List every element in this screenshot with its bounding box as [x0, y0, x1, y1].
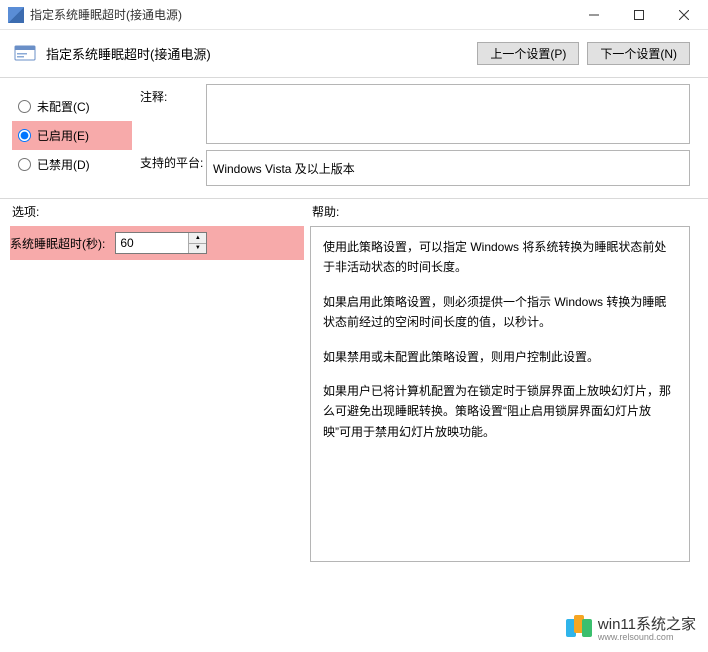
radio-enabled[interactable]: 已启用(E) — [12, 121, 132, 150]
app-icon — [8, 7, 24, 23]
options-section-label: 选项: — [12, 203, 312, 220]
comment-field[interactable] — [206, 84, 690, 144]
maximize-button[interactable] — [616, 1, 661, 29]
help-paragraph: 如果禁用或未配置此策略设置，则用户控制此设置。 — [323, 347, 677, 367]
radio-enabled-input[interactable] — [18, 129, 31, 142]
state-radios: 未配置(C) 已启用(E) 已禁用(D) — [12, 84, 132, 192]
field-column: 注释: 支持的平台: Windows Vista 及以上版本 — [140, 84, 690, 192]
prev-setting-button[interactable]: 上一个设置(P) — [477, 42, 579, 65]
radio-not-configured[interactable]: 未配置(C) — [12, 92, 132, 121]
platform-label: 支持的平台: — [140, 150, 206, 186]
close-button[interactable] — [661, 1, 706, 29]
minimize-button[interactable] — [571, 1, 616, 29]
radio-not-configured-input[interactable] — [18, 100, 31, 113]
help-paragraph: 如果启用此策略设置，则必须提供一个指示 Windows 转换为睡眠状态前经过的空… — [323, 292, 677, 333]
options-column: 系统睡眠超时(秒): ▲ ▼ — [10, 226, 304, 562]
platform-row: 支持的平台: Windows Vista 及以上版本 — [140, 150, 690, 186]
sleep-timeout-label: 系统睡眠超时(秒): — [10, 235, 111, 252]
platform-field: Windows Vista 及以上版本 — [206, 150, 690, 186]
policy-icon — [14, 43, 36, 65]
help-text: 使用此策略设置，可以指定 Windows 将系统转换为睡眠状态前处于非活动状态的… — [310, 226, 690, 562]
radio-disabled-input[interactable] — [18, 158, 31, 171]
section-labels: 选项: 帮助: — [0, 199, 708, 226]
watermark-brand: win11系统之家 — [598, 613, 696, 634]
window-controls — [571, 1, 706, 29]
watermark: win11系统之家 www.relsound.com — [560, 609, 702, 646]
spinner-up-button[interactable]: ▲ — [189, 233, 206, 244]
nav-buttons: 上一个设置(P) 下一个设置(N) — [477, 42, 690, 65]
radio-enabled-label: 已启用(E) — [37, 127, 89, 144]
help-paragraph: 如果用户已将计算机配置为在锁定时于锁屏界面上放映幻灯片，那么可避免出现睡眠转换。… — [323, 381, 677, 442]
sleep-timeout-row: 系统睡眠超时(秒): ▲ ▼ — [10, 226, 304, 260]
watermark-text: win11系统之家 www.relsound.com — [598, 613, 696, 642]
spinner-buttons: ▲ ▼ — [188, 233, 206, 253]
lower-area: 系统睡眠超时(秒): ▲ ▼ 使用此策略设置，可以指定 Windows 将系统转… — [0, 226, 708, 566]
window-title: 指定系统睡眠超时(接通电源) — [30, 6, 571, 23]
comment-label: 注释: — [140, 84, 206, 144]
titlebar: 指定系统睡眠超时(接通电源) — [0, 0, 708, 30]
help-section-label: 帮助: — [312, 203, 690, 220]
watermark-icon — [566, 615, 592, 641]
spinner-down-button[interactable]: ▼ — [189, 244, 206, 254]
sleep-timeout-input[interactable] — [116, 233, 188, 253]
sleep-timeout-spinner[interactable]: ▲ ▼ — [115, 232, 207, 254]
page-title: 指定系统睡眠超时(接通电源) — [46, 44, 467, 63]
header: 指定系统睡眠超时(接通电源) 上一个设置(P) 下一个设置(N) — [0, 30, 708, 73]
radio-disabled[interactable]: 已禁用(D) — [12, 150, 132, 179]
radio-not-configured-label: 未配置(C) — [37, 98, 90, 115]
radio-disabled-label: 已禁用(D) — [37, 156, 90, 173]
next-setting-button[interactable]: 下一个设置(N) — [587, 42, 690, 65]
config-area: 未配置(C) 已启用(E) 已禁用(D) 注释: 支持的平台: Windows … — [0, 78, 708, 194]
comment-row: 注释: — [140, 84, 690, 144]
help-paragraph: 使用此策略设置，可以指定 Windows 将系统转换为睡眠状态前处于非活动状态的… — [323, 237, 677, 278]
